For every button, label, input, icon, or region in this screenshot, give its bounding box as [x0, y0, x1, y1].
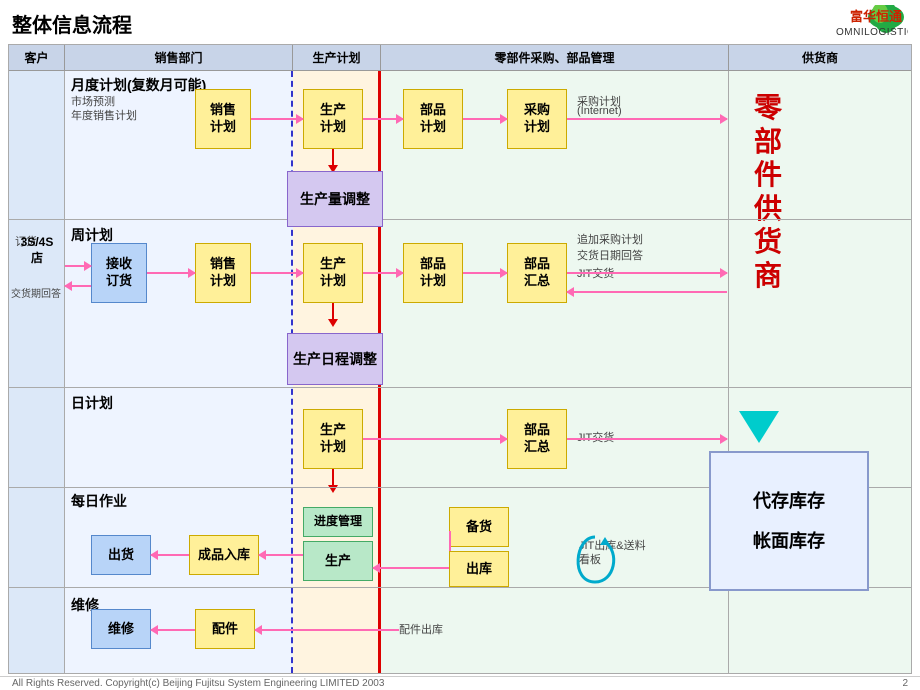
arrow-parts-area-spare [255, 629, 399, 631]
prod-col-arrow-down3 [325, 469, 341, 493]
arrow-receive-sales-w [147, 272, 195, 274]
arrow-backup-warehouse [449, 531, 451, 551]
content-area: 月度计划(复数月可能) 市场预测 年度销售计划 销售 计划 生产 计划 部品 计… [9, 71, 911, 673]
delivery-return-label: 交货期回答 [11, 289, 65, 301]
sales-col-bg [65, 71, 293, 673]
col-header-customer: 客户 [9, 45, 65, 70]
3s4s-label: 3S/4S 店 [13, 235, 61, 266]
parts-out-label: 配件出库 [399, 621, 443, 637]
storage-label1: 代存库存 [753, 485, 825, 517]
divider-monthly [9, 219, 911, 220]
arrow-sales-prod-w [251, 272, 303, 274]
prod-plan-weekly-box: 生产计划 [303, 243, 363, 303]
arrow-finished-ship [151, 554, 189, 556]
monthly-label: 月度计划(复数月可能) [71, 75, 206, 95]
arrow-prod-finished [259, 554, 303, 556]
parts-summary-daily-box: 部品汇总 [507, 409, 567, 469]
logo-area: 富华恒通 OMNILOGISTICS [778, 5, 908, 41]
warehouse-out-box: 出库 [449, 551, 509, 587]
arrow-summary-right-w [567, 272, 727, 274]
prod-volume-adj-label: 生产量调整 [287, 171, 383, 227]
internet-label: (Internet) [577, 105, 622, 117]
header: 整体信息流程 富华恒通 OMNILOGISTICS [0, 0, 920, 44]
storage-label2: 帐面库存 [753, 525, 825, 557]
production-box: 生产 [303, 541, 373, 581]
arrow-prod-parts-m [363, 118, 403, 120]
zero-parts-supplier-label: 零部件供货商 [735, 91, 803, 293]
parts-col-bg [381, 71, 729, 673]
arrow-parts-summary-w [463, 272, 507, 274]
progress-mgmt-box: 进度管理 [303, 507, 373, 537]
stock-prep-box: 备货 [449, 507, 509, 547]
cyan-arrow-down [739, 411, 779, 443]
customer-col-bg [9, 71, 65, 673]
arrow-parts-right-d [567, 438, 727, 440]
divider-weekly [9, 387, 911, 388]
arrow-purchase-right-m [567, 118, 727, 120]
prod-plan-daily-box: 生产计划 [303, 409, 363, 469]
diagram-area: 客户 销售部门 生产计划 零部件采购、部品管理 供货商 [8, 44, 912, 674]
finished-in-box: 成品入库 [189, 535, 259, 575]
col-header-parts: 零部件采购、部品管理 [381, 45, 729, 70]
arrow-customer-receive [65, 265, 91, 267]
arrow-sales-prod-m [251, 118, 303, 120]
jit-delivery2-label: JIT交货 [577, 429, 614, 445]
prod-schedule-adj-label: 生产日程调整 [287, 333, 383, 385]
footer: All Rights Reserved. Copyright(c) Beijin… [0, 676, 920, 690]
storage-box: 代存库存 帐面库存 [709, 451, 869, 591]
arrow-warehouse-prod [373, 567, 449, 569]
receive-order-box: 接收订货 [91, 243, 147, 303]
arrow-parts-purchase-m [463, 118, 507, 120]
delivery-reply-label: 交货日期回答 [577, 247, 643, 263]
purchase-plan-box: 采购 计划 [507, 89, 567, 149]
daily-label: 日计划 [71, 393, 113, 413]
parts-summary-weekly-box: 部品汇总 [507, 243, 567, 303]
repair-box: 维修 [91, 609, 151, 649]
parts-plan-weekly-box: 部品计划 [403, 243, 463, 303]
arrow-supplier-back-w [567, 291, 727, 293]
col-header-sales: 销售部门 [65, 45, 293, 70]
page-title: 整体信息流程 [12, 9, 132, 38]
col-header-production: 生产计划 [293, 45, 381, 70]
logo-icon: 富华恒通 OMNILOGISTICS [778, 5, 908, 41]
svg-text:富华恒通: 富华恒通 [850, 9, 902, 24]
prod-col-arrow-down1 [325, 149, 341, 173]
arrow-receive-customer [65, 285, 91, 287]
weekly-label: 周计划 [71, 225, 113, 245]
copyright: All Rights Reserved. Copyright(c) Beijin… [12, 678, 384, 689]
parts-plan-monthly-box: 部品 计划 [403, 89, 463, 149]
page-number: 2 [902, 678, 908, 689]
page-wrapper: 整体信息流程 富华恒通 OMNILOGISTICS 客户 销售部门 生产计划 零… [0, 0, 920, 690]
ops-label: 每日作业 [71, 491, 127, 511]
arrow-prod-parts-w [363, 272, 403, 274]
arrow-prod-parts-d [363, 438, 507, 440]
monthly-sub2: 年度销售计划 [71, 107, 137, 123]
prod-plan-monthly-box: 生产 计划 [303, 89, 363, 149]
parts-spare-box: 配件 [195, 609, 255, 649]
column-headers: 客户 销售部门 生产计划 零部件采购、部品管理 供货商 [9, 45, 911, 71]
sales-plan-weekly-box: 销售计划 [195, 243, 251, 303]
sales-plan-monthly-box: 销售 计划 [195, 89, 251, 149]
ship-out-box: 出货 [91, 535, 151, 575]
prod-col-arrow-down2 [325, 303, 341, 327]
add-purchase-label: 追加采购计划 [577, 231, 643, 247]
col-header-supplier: 供货商 [729, 45, 911, 70]
arrow-repair-parts [151, 629, 195, 631]
svg-text:OMNILOGISTICS: OMNILOGISTICS [836, 27, 908, 38]
